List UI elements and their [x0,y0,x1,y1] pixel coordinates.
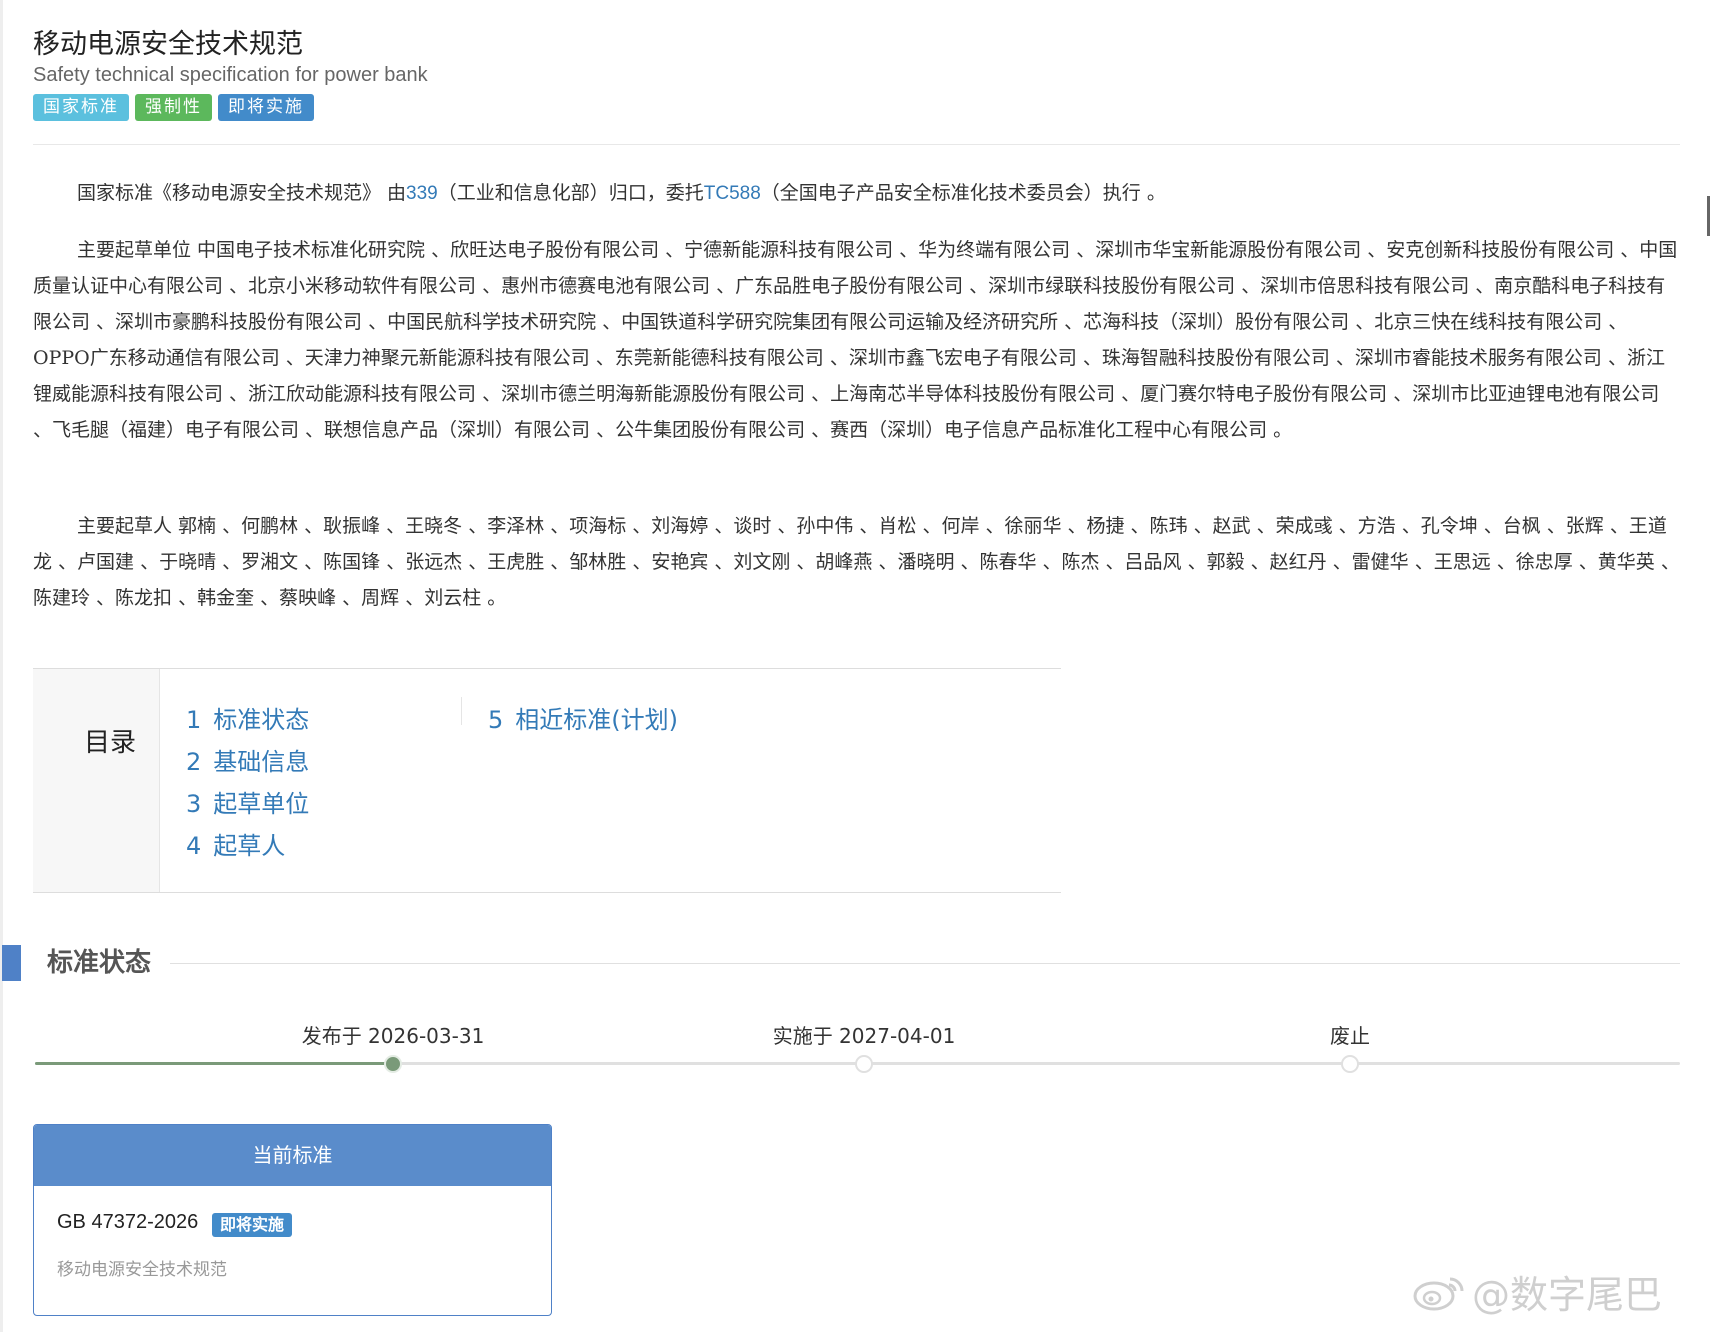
page-subtitle: Safety technical specification for power… [33,64,428,86]
toc-item-drafting-units[interactable]: 3 起草单位 [186,784,309,819]
toc-item-number: 1 [186,706,202,734]
intro-mid: （工业和信息化部）归口，委托 [437,182,704,204]
intro-prefix: 国家标准《移动电源安全技术规范》 由 [77,182,407,204]
toc-item-label: 基础信息 [213,748,310,776]
dept-link[interactable]: 339 [406,183,438,204]
toc-item-status[interactable]: 1 标准状态 [186,700,309,735]
watermark-text: @数字尾巴 [1472,1273,1663,1317]
toc-item-number: 2 [186,748,202,776]
standard-code[interactable]: GB 47372-2026 [57,1211,198,1234]
toc-item-label: 标准状态 [213,706,310,734]
timeline-dot-abolished [1341,1055,1359,1073]
intro-suffix: （全国电子产品安全标准化技术委员会）执行 。 [760,182,1166,204]
badge-national-standard: 国家标准 [33,94,129,121]
intro-paragraph: 国家标准《移动电源安全技术规范》 由339（工业和信息化部）归口，委托TC588… [33,175,1683,212]
timeline-label-published: 发布于 2026-03-31 [301,1024,485,1048]
toc-item-number: 5 [488,706,504,734]
drafters-paragraph: 主要起草人 郭楠 、何鹏林 、耿振峰 、王晓冬 、李泽林 、项海标 、刘海婷 、… [33,515,1680,609]
toc-sidebar: 目录 [33,669,160,892]
page-title: 移动电源安全技术规范 [33,29,303,60]
toc-label: 目录 [84,728,137,758]
standard-name: 移动电源安全技术规范 [57,1260,227,1280]
toc-item-number: 3 [186,790,202,818]
timeline-dot-published [384,1055,402,1073]
toc-item-label: 起草人 [213,832,286,860]
current-standard-header: 当前标准 [34,1125,551,1186]
tc-link[interactable]: TC588 [704,183,761,204]
weibo-icon [1413,1277,1464,1310]
badge-mandatory: 强制性 [135,94,212,121]
section-title-status: 标准状态 [47,948,152,978]
badge-upcoming: 即将实施 [218,94,314,121]
header-divider [33,144,1680,145]
watermark: @数字尾巴 [1412,1264,1662,1319]
section-title-rule [170,963,1680,964]
section-accent-bar [2,945,21,981]
toc-item-drafters[interactable]: 4 起草人 [186,826,285,861]
current-standard-card[interactable]: 当前标准 GB 47372-2026 即将实施 移动电源安全技术规范 [33,1124,552,1316]
timeline-label-implemented: 实施于 2027-04-01 [772,1024,956,1048]
timeline-progress [35,1062,393,1065]
table-of-contents: 目录 1 标准状态 2 基础信息 3 起草单位 4 起草人 5 相近标准(计划) [33,668,1061,893]
toc-item-similar-standards[interactable]: 5 相近标准(计划) [488,700,678,735]
badge-group: 国家标准 强制性 即将实施 [33,94,314,121]
timeline-label-abolished: 废止 [1330,1024,1370,1048]
page-left-edge [0,0,3,1332]
toc-item-number: 4 [186,832,202,860]
toc-item-label: 起草单位 [213,790,310,818]
drafting-units-paragraph: 主要起草单位 中国电子技术标准化研究院 、欣旺达电子股份有限公司 、宁德新能源科… [33,239,1678,441]
toc-item-label: 相近标准(计划) [515,706,679,734]
toc-column-divider [461,697,462,725]
standard-status-badge: 即将实施 [212,1213,293,1237]
toc-item-basic-info[interactable]: 2 基础信息 [186,742,309,777]
timeline-dot-implemented [855,1055,873,1073]
